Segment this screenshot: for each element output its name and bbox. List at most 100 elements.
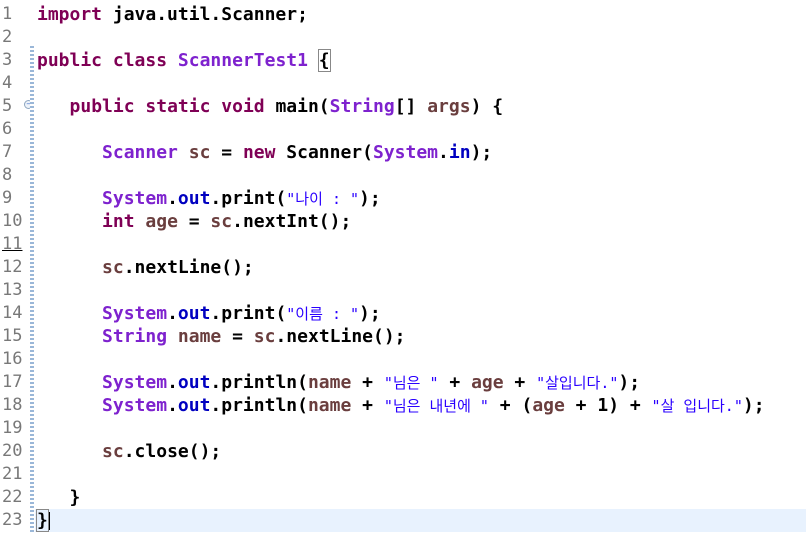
field-name: in (448, 142, 471, 163)
line-number-gutter: 1 2 3 4 5 6 7 8 9 10 11 12 13 14 15 16 1… (0, 0, 30, 533)
code-line-3: public class ScannerTest1 { (37, 49, 806, 72)
keyword: public (37, 50, 103, 71)
type-name: String (329, 96, 395, 117)
field-name: out (177, 188, 211, 209)
param-name: args (427, 96, 471, 117)
type-name: System (373, 142, 439, 163)
line-number: 10 (2, 211, 23, 231)
local-var: name (307, 395, 352, 416)
local-var: name (307, 372, 352, 393)
method-name: main( (264, 96, 330, 117)
string-literal: "살 입니다." (651, 397, 743, 415)
field-name: out (177, 372, 211, 393)
keyword: new (242, 142, 276, 163)
line-number: 9 (2, 188, 13, 208)
code-text: = (177, 211, 211, 232)
matched-brace: } (36, 509, 49, 532)
string-literal: "이름 : " (286, 305, 360, 323)
code-text: . (167, 372, 178, 393)
line-number: 14 (2, 303, 23, 323)
code-text: = (221, 326, 254, 347)
field-name: out (177, 395, 211, 416)
keyword: class (112, 50, 168, 71)
code-line-17: System.out.println(name + "님은 " + age + … (37, 371, 806, 394)
local-var: age (145, 211, 178, 232)
local-var: sc (102, 441, 124, 462)
local-var: sc (188, 142, 211, 163)
string-literal: "나이 : " (286, 190, 360, 208)
line-number: 15 (2, 326, 23, 346)
code-text: ) { (470, 96, 504, 117)
code-line-22: } (37, 486, 806, 509)
local-var: sc (210, 211, 233, 232)
line-number: 22 (2, 487, 23, 507)
code-text: ); (742, 395, 765, 416)
code-line-23: } (35, 509, 806, 532)
code-text: .print( (210, 303, 287, 324)
code-text: .print( (210, 188, 287, 209)
local-var: sc (253, 326, 276, 347)
line-number: 2 (2, 27, 13, 47)
code-text: java.util.Scanner; (102, 4, 308, 25)
line-number: 21 (2, 464, 23, 484)
line-number: 13 (2, 280, 23, 300)
change-ruler (30, 46, 34, 533)
type-name: Scanner (102, 142, 178, 163)
code-text: + ( (488, 395, 533, 416)
field-name: out (177, 303, 211, 324)
line-number: 7 (2, 142, 13, 162)
line-number: 8 (2, 165, 13, 185)
code-text: .println( (210, 395, 308, 416)
line-number: 1 (2, 4, 13, 24)
keyword: public (69, 96, 135, 117)
code-line-12: sc.nextLine(); (37, 256, 806, 279)
code-line-20: sc.close(); (37, 440, 806, 463)
code-text: + 1) + (564, 395, 652, 416)
code-text: . (167, 303, 178, 324)
code-text: = (210, 142, 243, 163)
code-line-9: System.out.print("나이 : "); (37, 187, 806, 210)
line-number: 11 (2, 234, 23, 254)
code-text: .nextLine(); (275, 326, 406, 347)
code-line-14: System.out.print("이름 : "); (37, 302, 806, 325)
line-number: 3 (2, 50, 13, 70)
code-text: Scanner( (275, 142, 373, 163)
code-text: .println( (210, 372, 308, 393)
code-text: + (351, 395, 384, 416)
local-var: age (471, 372, 504, 393)
code-editor[interactable]: 1 2 3 4 5 6 7 8 9 10 11 12 13 14 15 16 1… (0, 0, 806, 533)
matched-brace: { (317, 49, 331, 72)
line-number: 20 (2, 441, 23, 461)
line-number: 12 (2, 257, 23, 277)
line-number: 6 (2, 119, 13, 139)
local-var: age (532, 395, 565, 416)
code-line-1: import java.util.Scanner; (37, 3, 806, 26)
keyword: static (145, 96, 211, 117)
keyword: void (221, 96, 265, 117)
line-number: 19 (2, 418, 23, 438)
local-var: sc (102, 257, 124, 278)
string-literal: "님은 내년에 " (383, 397, 489, 415)
code-text: + (503, 372, 537, 393)
code-text: . (167, 395, 178, 416)
code-text: ); (618, 372, 641, 393)
code-line-18: System.out.println(name + "님은 내년에 " + (a… (37, 394, 806, 417)
line-number: 18 (2, 395, 23, 415)
string-literal: "살입니다." (536, 374, 619, 392)
code-text: . (438, 142, 449, 163)
code-text: [] (394, 96, 428, 117)
local-var: name (177, 326, 222, 347)
line-number: 17 (2, 372, 23, 392)
code-text: + (438, 372, 472, 393)
keyword: int (102, 211, 135, 232)
code-text: ); (359, 188, 381, 209)
code-text: .nextLine(); (123, 257, 254, 278)
class-name: ScannerTest1 (177, 50, 308, 71)
type-name: System (102, 188, 168, 209)
code-text: . (167, 188, 178, 209)
type-name: String (102, 326, 168, 347)
code-line-10: int age = sc.nextInt(); (37, 210, 806, 233)
line-number: 23 (2, 510, 23, 530)
type-name: System (102, 303, 168, 324)
code-line-5: public static void main(String[] args) { (37, 95, 806, 118)
